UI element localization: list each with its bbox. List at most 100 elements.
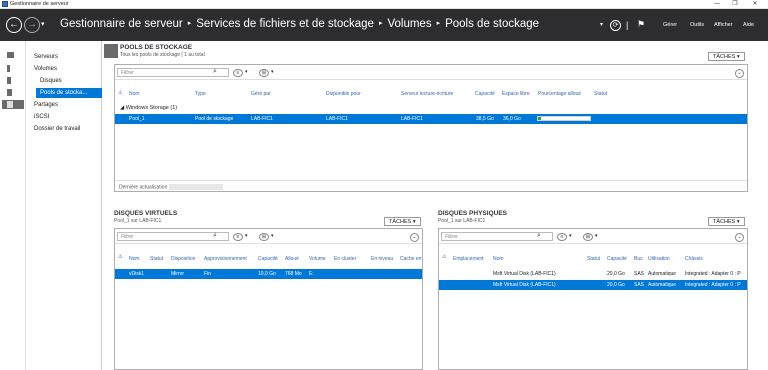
table-row[interactable]: vDisk1 Mirror Fin 10,0 Go 768 Mo E: bbox=[115, 269, 422, 279]
column-header[interactable]: Nom bbox=[493, 256, 504, 262]
group-options-icon[interactable]: ⊞ bbox=[259, 233, 269, 241]
column-header[interactable]: Cache en bbox=[400, 256, 422, 262]
chevron-down-icon[interactable]: ▾ bbox=[595, 233, 598, 239]
expand-icon[interactable]: ⌄ bbox=[735, 233, 744, 242]
forward-button[interactable]: → bbox=[24, 17, 40, 33]
close-button[interactable]: ✕ bbox=[748, 0, 762, 9]
allocated-progress-bar bbox=[537, 116, 591, 121]
nav-iscsi[interactable]: iSCSI bbox=[34, 114, 49, 120]
column-header[interactable]: En niveau bbox=[371, 256, 393, 262]
maximize-button[interactable]: ❐ bbox=[728, 0, 742, 9]
allocated-progress-fill bbox=[538, 117, 542, 120]
filter-options-icon[interactable]: ≡ bbox=[233, 233, 243, 241]
pools-subtitle: Tous les pools de stockage | 1 au total bbox=[120, 52, 205, 58]
table-row[interactable]: Msft Virtual Disk (LAB-FIC1) 20,0 Go SAS… bbox=[439, 269, 747, 279]
cell-capacity: 20,0 Go bbox=[607, 271, 625, 277]
vdisks-tasks-button[interactable]: TÂCHES ▾ bbox=[384, 217, 421, 226]
all-servers-icon[interactable] bbox=[4, 77, 18, 85]
nav-work-folders[interactable]: Dossier de travail bbox=[34, 126, 80, 132]
warning-column-icon: ⚠ bbox=[442, 254, 447, 260]
cell-capacity: 38,5 Go bbox=[476, 116, 494, 122]
column-header[interactable]: Pourcentage alloué bbox=[538, 91, 581, 97]
cell-available-for: LAB-FIC1 bbox=[326, 116, 348, 122]
cell-type: Pool de stockage bbox=[195, 116, 234, 122]
column-header[interactable]: Statut bbox=[150, 256, 163, 262]
breadcrumb-item[interactable]: Services de fichiers et de stockage bbox=[196, 18, 374, 30]
column-header[interactable]: Disposition bbox=[171, 256, 195, 262]
nav-shares[interactable]: Partages bbox=[34, 102, 58, 108]
warning-column-icon: ⚠ bbox=[118, 90, 123, 96]
last-refresh-value bbox=[169, 184, 224, 190]
pdisks-filter-bar: Filtrer ⌕ ≡ ▾ ⊞ ▾ ⌄ bbox=[439, 229, 747, 244]
column-header[interactable]: Statut bbox=[594, 91, 607, 97]
notifications-flag-icon[interactable]: ⚑ bbox=[637, 19, 645, 30]
menu-help[interactable]: Aide bbox=[743, 22, 754, 28]
file-services-icon[interactable] bbox=[4, 89, 18, 97]
table-row[interactable]: Msft Virtual Disk (LAB-FIC1) 20,0 Go SAS… bbox=[439, 280, 747, 290]
chevron-down-icon[interactable]: ▾ bbox=[245, 69, 248, 75]
column-header[interactable]: Châssis bbox=[685, 256, 703, 262]
cell-provisioning: Fin bbox=[204, 271, 211, 277]
back-button[interactable]: ← bbox=[6, 17, 22, 33]
column-header[interactable]: Disponible pour bbox=[326, 91, 361, 97]
table-row[interactable]: Pool_1 Pool de stockage LAB-FIC1 LAB-FIC… bbox=[115, 114, 747, 124]
warning-column-icon: ⚠ bbox=[118, 254, 123, 260]
chevron-down-icon[interactable]: ▾ bbox=[245, 233, 248, 239]
dashboard-icon[interactable] bbox=[4, 52, 18, 60]
local-server-icon[interactable] bbox=[4, 65, 18, 73]
refresh-icon[interactable]: ⟳ bbox=[610, 20, 621, 31]
app-icon bbox=[2, 1, 8, 7]
filter-options-icon[interactable]: ≡ bbox=[557, 233, 567, 241]
search-icon[interactable]: ⌕ bbox=[213, 232, 217, 240]
nav-storage-pools[interactable]: Pools de stocka... bbox=[36, 88, 102, 98]
storage-services-icon[interactable] bbox=[2, 100, 24, 109]
search-icon[interactable]: ⌕ bbox=[537, 232, 541, 240]
search-icon[interactable]: ⌕ bbox=[213, 68, 217, 76]
filter-options-icon[interactable]: ≡ bbox=[233, 69, 243, 77]
menu-view[interactable]: Afficher bbox=[714, 22, 733, 28]
column-header[interactable]: Capacité bbox=[258, 256, 278, 262]
column-header[interactable]: Espace libre bbox=[502, 91, 530, 97]
breadcrumb: Gestionnaire de serveur ▸ Services de fich… bbox=[60, 18, 539, 30]
history-dropdown-icon[interactable]: ▾ bbox=[41, 20, 45, 28]
chevron-down-icon[interactable]: ▾ bbox=[569, 233, 572, 239]
cell-name: Msft Virtual Disk (LAB-FIC1) bbox=[493, 271, 556, 277]
expand-icon[interactable]: ⌄ bbox=[735, 69, 744, 78]
column-header[interactable]: Type bbox=[195, 91, 206, 97]
column-header[interactable]: Bus bbox=[634, 256, 643, 262]
chevron-down-icon[interactable]: ▾ bbox=[271, 233, 274, 239]
breadcrumb-item[interactable]: Gestionnaire de serveur bbox=[60, 18, 183, 30]
group-options-icon[interactable]: ⊞ bbox=[583, 233, 593, 241]
nav-disks[interactable]: Disques bbox=[40, 78, 62, 84]
chevron-down-icon[interactable]: ▾ bbox=[271, 69, 274, 75]
column-header[interactable]: Nom bbox=[129, 91, 140, 97]
column-header[interactable]: Nom bbox=[129, 256, 140, 262]
menu-manage[interactable]: Gérer bbox=[663, 22, 677, 28]
refresh-dropdown-icon[interactable]: ▾ bbox=[600, 21, 603, 28]
column-header[interactable]: Capacité bbox=[475, 91, 495, 97]
column-header[interactable]: Capacité bbox=[607, 256, 627, 262]
menu-tools[interactable]: Outils bbox=[690, 22, 704, 28]
column-header[interactable]: En cluster bbox=[334, 256, 356, 262]
breadcrumb-separator: ▸ bbox=[436, 20, 441, 27]
minimize-button[interactable]: — bbox=[710, 0, 724, 9]
expand-icon[interactable]: ⌄ bbox=[410, 233, 419, 242]
column-header[interactable]: Volume bbox=[309, 256, 326, 262]
breadcrumb-item[interactable]: Pools de stockage bbox=[445, 18, 539, 30]
pools-title: POOLS DE STOCKAGE bbox=[120, 44, 193, 51]
column-header[interactable]: Alloué bbox=[285, 256, 299, 262]
column-header[interactable]: Statut bbox=[587, 256, 600, 262]
column-header[interactable]: Emplacement bbox=[453, 256, 484, 262]
nav-volumes[interactable]: Volumes bbox=[34, 66, 57, 72]
column-header[interactable]: Approvisionnement bbox=[204, 256, 247, 262]
nav-servers[interactable]: Serveurs bbox=[34, 54, 58, 60]
pools-tasks-button[interactable]: TÂCHES ▾ bbox=[708, 52, 745, 61]
breadcrumb-item[interactable]: Volumes bbox=[387, 18, 431, 30]
pdisks-tasks-button[interactable]: TÂCHES ▾ bbox=[708, 217, 745, 226]
column-header[interactable]: Serveur lecture-écriture bbox=[401, 91, 453, 97]
group-options-icon[interactable]: ⊞ bbox=[259, 69, 269, 77]
column-header[interactable]: Utilisation bbox=[648, 256, 670, 262]
cell-volume: E: bbox=[309, 271, 314, 277]
group-header[interactable]: ◢ Windows Storage (1) bbox=[120, 105, 177, 111]
column-header[interactable]: Géré par bbox=[251, 91, 271, 97]
